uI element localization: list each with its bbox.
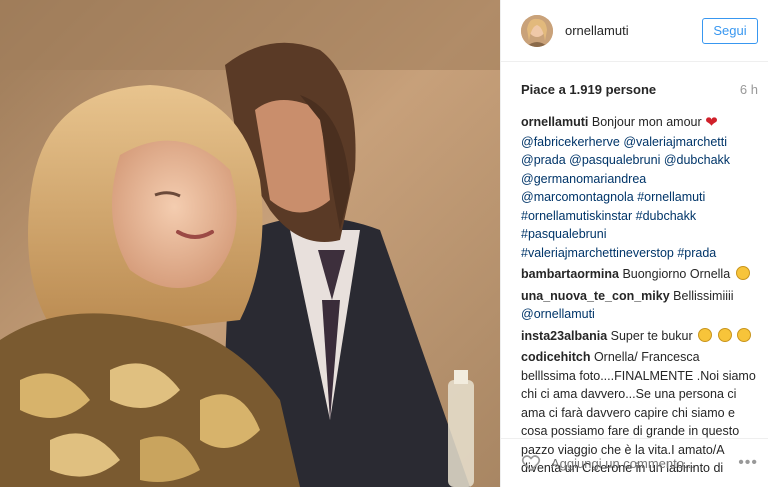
avatar[interactable] <box>521 14 553 47</box>
post-time[interactable]: 6 h <box>740 82 758 97</box>
comment-item: insta23albania Super te bukur <box>521 327 757 346</box>
caption-tags-line[interactable]: #valeriajmarchettineverstop #prada <box>521 244 757 263</box>
caption: ornellamuti Bonjour mon amour ❤ @fabrice… <box>521 113 757 262</box>
comment-username[interactable]: bambartaormina <box>521 267 619 281</box>
post-header: ornellamuti Segui <box>501 0 768 62</box>
like-button[interactable] <box>521 453 541 473</box>
avatar-image <box>521 14 553 47</box>
comment-item: bambartaormina Buongiorno Ornella <box>521 265 757 284</box>
caption-tags-line[interactable]: @germanomariandrea <box>521 170 757 189</box>
caption-tags-line[interactable]: @prada @pasqualebruni @dubchakk <box>521 151 757 170</box>
blowing-kiss-emoji-icon <box>717 327 732 342</box>
follow-button[interactable]: Segui <box>702 17 758 44</box>
caption-text: Bonjour mon amour <box>591 115 702 129</box>
smiling-face-emoji-icon <box>735 266 750 280</box>
post-sidebar: ornellamuti Segui Piace a 1.919 persone … <box>500 0 768 487</box>
photo-illustration <box>0 0 500 487</box>
header-username[interactable]: ornellamuti <box>565 23 702 38</box>
caption-tags-line[interactable]: #pasqualebruni <box>521 225 757 244</box>
comment-text: Bellissimiiii <box>673 288 734 303</box>
comment-username[interactable]: codicehitch <box>521 350 590 364</box>
likes-row: Piace a 1.919 persone 6 h <box>521 82 758 97</box>
more-options-icon[interactable]: ••• <box>738 454 758 472</box>
post-photo[interactable] <box>0 0 500 487</box>
comments-list: ornellamuti Bonjour mon amour ❤ @fabrice… <box>521 113 757 481</box>
comment-username[interactable]: insta23albania <box>521 329 607 343</box>
comment-mention[interactable]: @ornellamuti <box>521 305 757 324</box>
caption-username[interactable]: ornellamuti <box>521 115 588 129</box>
comment-text: Super te bukur <box>610 328 693 343</box>
comment-bar: ••• <box>501 438 768 487</box>
red-heart-emoji-icon: ❤ <box>705 114 718 131</box>
comment-username[interactable]: una_nuova_te_con_miky <box>521 289 670 303</box>
comment-input[interactable] <box>551 455 739 471</box>
comment-text: Buongiorno Ornella <box>622 267 731 281</box>
caption-tags-line[interactable]: @fabricekerherve @valeriajmarchetti <box>521 133 757 152</box>
blowing-kiss-emoji-icon <box>737 327 752 342</box>
blowing-kiss-emoji-icon <box>698 327 713 342</box>
caption-tags-line[interactable]: #ornellamutiskinstar #dubchakk <box>521 207 757 226</box>
likes-count[interactable]: Piace a 1.919 persone <box>521 82 656 97</box>
heart-icon <box>521 455 541 472</box>
comment-item: una_nuova_te_con_miky Bellissimiiii @orn… <box>521 287 757 324</box>
caption-tags-line[interactable]: @marcomontagnola #ornellamuti <box>521 188 757 207</box>
